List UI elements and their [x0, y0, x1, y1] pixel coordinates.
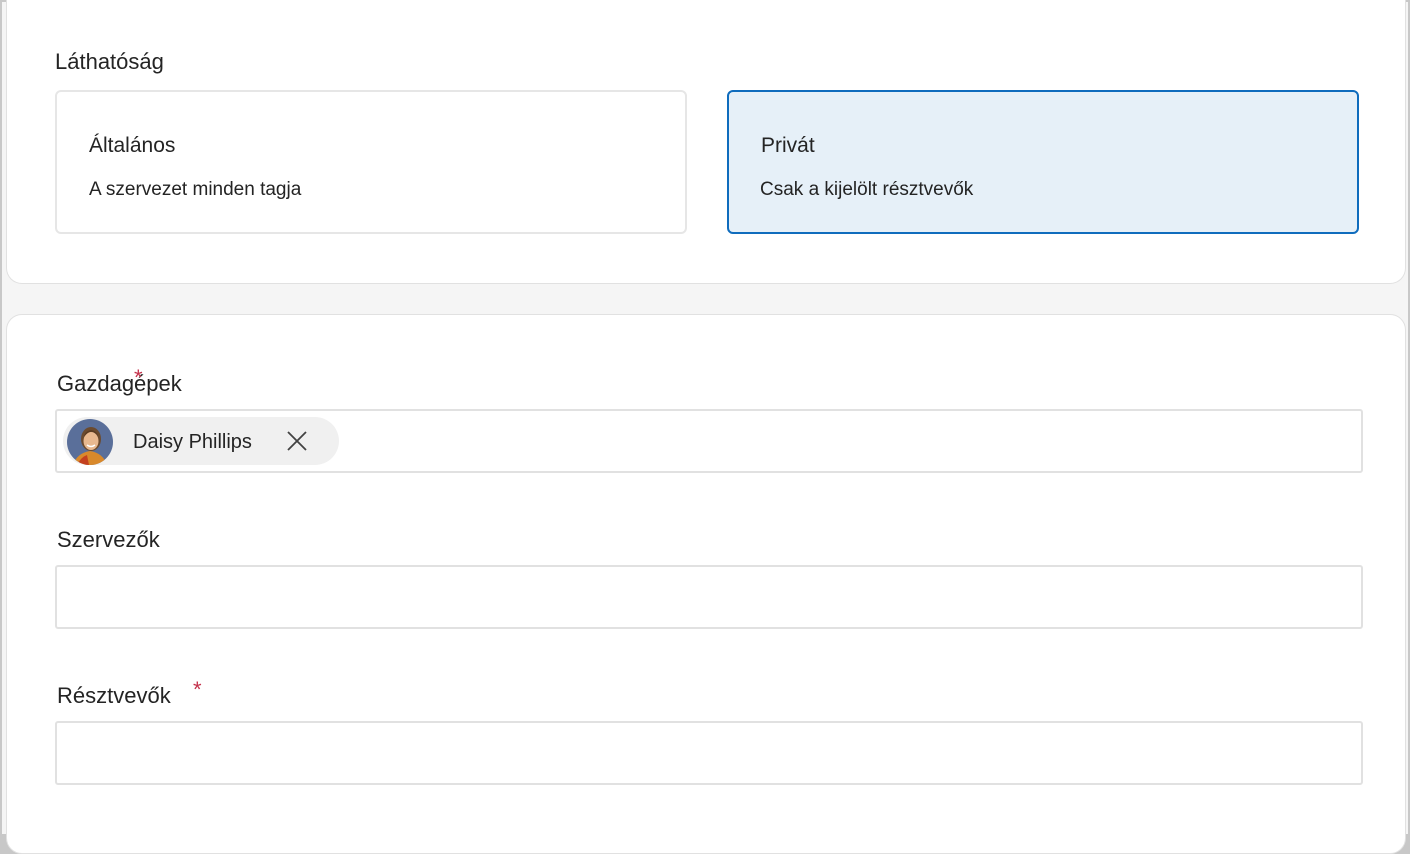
remove-host-button[interactable] — [285, 429, 309, 453]
option-title: Általános — [89, 134, 176, 157]
avatar — [67, 419, 113, 465]
option-title: Privát — [761, 134, 815, 157]
option-description: A szervezet minden tagja — [89, 179, 302, 200]
host-chip-name: Daisy Phillips — [133, 431, 252, 453]
attendees-input[interactable] — [55, 721, 1363, 785]
visibility-option-private[interactable]: Privát Csak a kijelölt résztvevők — [727, 90, 1359, 234]
organizers-label: Szervezők — [57, 527, 160, 552]
attendees-required-marker: * — [193, 677, 202, 702]
hosts-input[interactable]: Daisy Phillips — [55, 409, 1363, 473]
host-chip[interactable]: Daisy Phillips — [63, 417, 339, 465]
attendees-label: Résztvevők — [57, 683, 171, 708]
visibility-card: Láthatóság Általános A szervezet minden … — [6, 0, 1406, 284]
organizers-input[interactable] — [55, 565, 1363, 629]
people-card: Gazdagépek * Daisy Phillips Szervezők Ré… — [6, 314, 1406, 854]
visibility-label: Láthatóság — [55, 49, 164, 74]
app-frame: Láthatóság Általános A szervezet minden … — [2, 0, 1408, 854]
hosts-required-marker: * — [134, 365, 143, 390]
option-description: Csak a kijelölt résztvevők — [760, 179, 974, 200]
visibility-option-general[interactable]: Általános A szervezet minden tagja — [55, 90, 687, 234]
close-icon — [287, 431, 307, 451]
hosts-label: Gazdagépek — [57, 371, 182, 396]
